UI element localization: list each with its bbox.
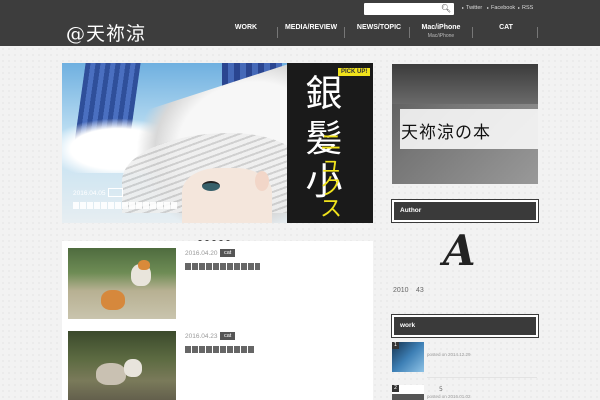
facebook-link[interactable]: ▸ Facebook [487,4,515,12]
slide-kanji-yellow: ス [320,197,343,222]
work-widget-heading: work [391,314,539,338]
slide-date: 2016.04.05 [73,190,106,197]
article-category-tag[interactable]: cat [220,249,236,257]
cat-photo-tabby-cat [96,363,126,385]
nav-label: CAT [499,24,513,31]
nav-label: WORK [234,24,258,31]
cat-photo-orange-cat [101,290,125,310]
work-item-rank: 2 [392,385,399,392]
nav-item-news-topic[interactable]: NEWS/TOPIC [349,24,409,46]
nav-item-work[interactable]: WORK [216,24,276,46]
facebook-label: Facebook [491,5,516,11]
arrow-right-icon: ▸ [518,5,521,10]
search-input[interactable]: 🔍︎ [364,3,454,15]
author-stat: 43 [416,287,424,294]
divider [427,377,537,378]
rss-link[interactable]: ▸ RSS [518,4,533,12]
nav-divider [277,27,278,38]
pickup-badge: PICK UP! [338,68,371,76]
nav-sublabel: Mac/iPhone [427,33,455,39]
slide-image-character-eye [202,181,220,191]
article-category-tag[interactable]: cat [220,332,236,340]
nav-label: NEWS/TOPIC [356,24,402,31]
nav-label: Mac/iPhone [421,24,461,31]
author-monogram: A [443,226,476,275]
cat-photo-white-cat [124,359,142,377]
slide-image-character-ear [255,171,269,191]
slide-category-tag[interactable] [108,188,123,197]
article-thumbnail[interactable] [68,331,176,400]
work-item-number: 5 [439,386,443,393]
search-icon[interactable]: 🔍︎ [441,3,451,15]
article-title-link[interactable] [185,263,260,270]
arrow-right-icon: ▸ [487,5,490,10]
work-item-rank: 1 [392,342,399,349]
nav-divider [537,27,538,38]
widget-heading-text: Author [400,207,422,214]
slide-title-link[interactable] [73,202,177,209]
slide-kanji: 銀 [305,72,343,115]
banner-background [392,64,538,104]
site-header: @天祢涼 🔍︎ ▸ Twitter ▸ Facebook ▸ RSS WORK MED… [0,0,600,46]
book-banner[interactable]: 天祢涼の本 [392,64,538,184]
twitter-label: Twitter [466,5,483,11]
author-widget-heading: Author [391,199,539,223]
site-logo[interactable]: @天祢涼 [66,19,146,46]
arrow-right-icon: ▸ [462,5,465,10]
article-title-link[interactable] [185,346,254,353]
twitter-link[interactable]: ▸ Twitter [462,4,482,12]
article-date: 2016.04.23 [185,333,218,340]
rss-label: RSS [522,5,534,11]
nav-item-mac-iphone[interactable]: Mac/iPhone Mac/iPhone [411,24,471,46]
work-item-meta: posted on 2016.01.02 [427,394,471,399]
work-item-meta: posted on 2014.12.29 [427,352,471,357]
article-thumbnail[interactable] [68,248,176,319]
article-date: 2016.04.20 [185,250,218,257]
nav-item-cat[interactable]: CAT [476,24,536,46]
nav-item-media-review[interactable]: MEDIA/REVIEW [281,24,341,46]
book-banner-text: 天祢涼の本 [401,123,491,143]
featured-slider[interactable]: 銀 髪 小 ニ ュ ク ス PICK UP! 2016.04.05 [62,63,373,223]
widget-heading-text: work [400,322,416,329]
author-stat: 2010 [393,287,409,294]
nav-label: MEDIA/REVIEW [284,24,338,31]
nav-divider [344,27,345,38]
nav-divider [409,27,410,38]
nav-divider [472,27,473,38]
cat-photo-orange-patch [138,260,150,270]
